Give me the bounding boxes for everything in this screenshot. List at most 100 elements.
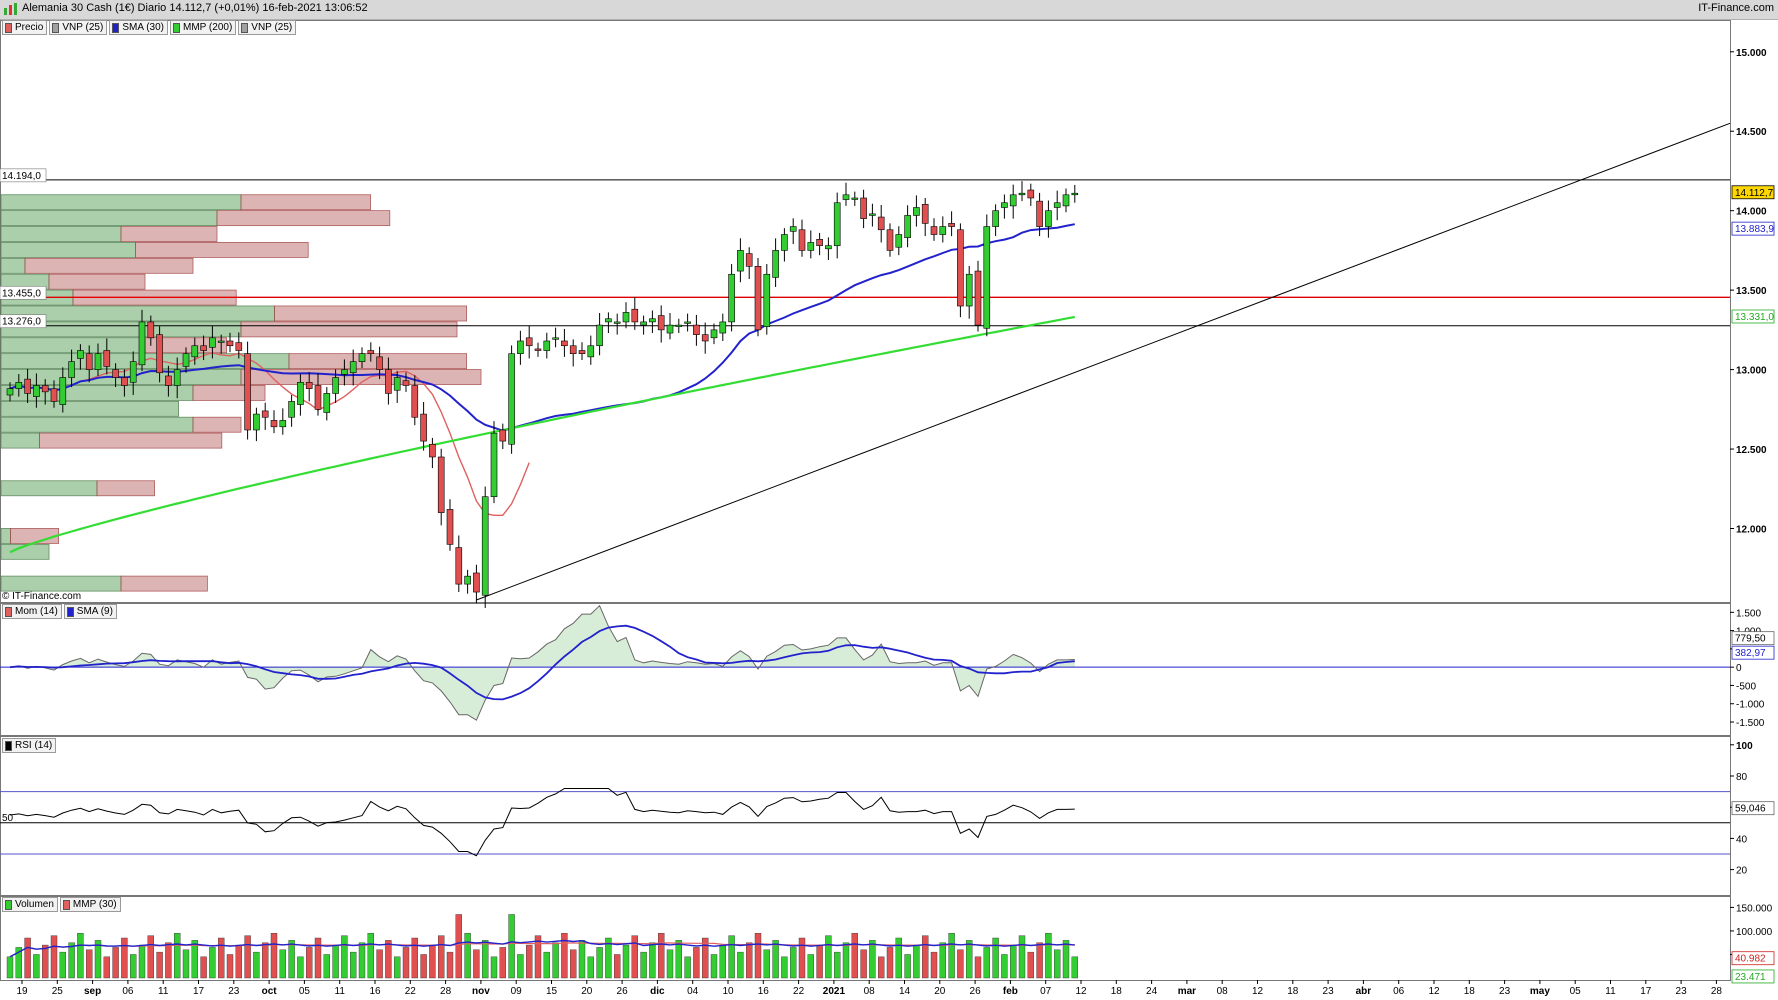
legend-price-4[interactable]: VNP (25) bbox=[238, 20, 297, 35]
candle-body bbox=[481, 496, 489, 596]
volume-bar bbox=[288, 940, 295, 979]
legend-mom-1[interactable]: SMA (9) bbox=[63, 604, 117, 619]
legend-mom-0[interactable]: Mom (14) bbox=[2, 604, 62, 619]
candle-body bbox=[525, 337, 533, 347]
candle-body bbox=[235, 342, 243, 351]
volume-bar bbox=[499, 947, 506, 979]
legend-label: MMP (30) bbox=[72, 899, 117, 910]
volume-bar bbox=[297, 956, 304, 979]
legend-price-0[interactable]: Precio bbox=[2, 20, 48, 35]
legend-rsi-0[interactable]: RSI (14) bbox=[2, 738, 57, 753]
rsi-tag: 59,046 bbox=[1735, 804, 1766, 815]
legend-label: MMP (200) bbox=[183, 22, 233, 33]
candle-body bbox=[930, 226, 938, 235]
window-title: Alemania 30 Cash (1€) Diario 14.112,7 (+… bbox=[22, 2, 368, 14]
volume-bar bbox=[50, 935, 58, 979]
candle-body bbox=[85, 353, 93, 370]
volume-bar bbox=[983, 947, 990, 979]
candle-body bbox=[517, 340, 524, 354]
volume-bar bbox=[68, 942, 75, 979]
volume-bar bbox=[455, 914, 462, 979]
legend-vol-0[interactable]: Volumen bbox=[2, 897, 58, 912]
x-tick-label: 22 bbox=[793, 986, 805, 997]
candle-body bbox=[649, 318, 656, 323]
volume-bar bbox=[710, 954, 718, 979]
x-tick-label: 28 bbox=[440, 986, 452, 997]
profile-up-bar bbox=[0, 432, 40, 449]
candle-body bbox=[1053, 202, 1061, 208]
volume-bar bbox=[1018, 935, 1026, 979]
volume-bar bbox=[992, 937, 999, 979]
candle-body bbox=[631, 308, 639, 323]
x-tick-label: 23 bbox=[228, 986, 240, 997]
level-label: 13.276,0 bbox=[2, 317, 41, 328]
rsi-tick-label: 20 bbox=[1736, 866, 1748, 877]
volume-bar bbox=[666, 949, 674, 979]
rsi-tick-label: 100 bbox=[1736, 741, 1753, 752]
volume-bar bbox=[781, 956, 788, 979]
volume-bar bbox=[851, 933, 858, 979]
legend-label: VNP (25) bbox=[62, 22, 104, 33]
volume-bar bbox=[807, 954, 814, 979]
x-tick-label: 24 bbox=[1146, 986, 1158, 997]
candle-body bbox=[191, 345, 199, 358]
legend-price-1[interactable]: VNP (25) bbox=[49, 20, 108, 35]
volume-bar bbox=[411, 937, 418, 979]
volume-bar bbox=[147, 935, 155, 979]
volume-bar bbox=[684, 956, 691, 979]
candle-body bbox=[490, 432, 498, 498]
profile-up-bar bbox=[0, 257, 26, 274]
volume-bar bbox=[244, 935, 251, 979]
candle-body bbox=[1018, 192, 1026, 196]
profile-down-bar bbox=[134, 242, 309, 258]
x-tick-label: 05 bbox=[299, 986, 311, 997]
x-tick-label: 2021 bbox=[823, 986, 846, 997]
candle-body bbox=[860, 197, 867, 219]
candle-body bbox=[851, 197, 859, 200]
volume-bar bbox=[235, 944, 243, 979]
profile-up-bar bbox=[0, 528, 12, 544]
candle-body bbox=[393, 377, 401, 391]
volume-bar bbox=[772, 940, 779, 979]
volume-bar bbox=[570, 949, 577, 979]
x-tick-label: 19 bbox=[16, 986, 28, 997]
legend-label: Precio bbox=[15, 22, 44, 33]
rsi-pane: 50 bbox=[0, 788, 1730, 857]
x-tick-label: 20 bbox=[581, 986, 593, 997]
candle-body bbox=[1071, 192, 1079, 196]
profile-down-bar bbox=[39, 432, 223, 449]
candle-body bbox=[640, 321, 647, 326]
legend-swatch bbox=[52, 22, 60, 33]
candle-body bbox=[288, 401, 295, 418]
legend-price-2[interactable]: SMA (30) bbox=[109, 20, 168, 35]
candle-body bbox=[622, 312, 630, 323]
candle-body bbox=[710, 329, 718, 339]
x-tick-label: 14 bbox=[899, 986, 911, 997]
x-tick-label: 12 bbox=[1428, 986, 1440, 997]
candle-body bbox=[156, 334, 163, 374]
volume-bar bbox=[1027, 951, 1035, 979]
volume-bar bbox=[279, 949, 286, 979]
x-tick-label: sep bbox=[84, 986, 101, 997]
price-tick-label: 13.500 bbox=[1736, 286, 1767, 297]
candle-body bbox=[209, 337, 216, 348]
volume-bar bbox=[816, 944, 823, 979]
legend-vol-1[interactable]: MMP (30) bbox=[59, 897, 121, 912]
volume-bar bbox=[693, 947, 700, 979]
volume-bar bbox=[825, 935, 832, 979]
candle-body bbox=[833, 202, 841, 246]
candle-body bbox=[684, 321, 691, 324]
profile-down-bar bbox=[192, 385, 266, 401]
x-tick-label: feb bbox=[1003, 986, 1018, 997]
x-tick-label: 08 bbox=[864, 986, 876, 997]
volume-bar bbox=[728, 935, 735, 979]
x-tick-label: 16 bbox=[758, 986, 770, 997]
price-tick-label: 12.000 bbox=[1736, 524, 1767, 535]
vol-ma-tag: 23.471 bbox=[1735, 972, 1766, 983]
legend-price-3[interactable]: MMP (200) bbox=[170, 20, 237, 35]
volume-bar bbox=[33, 954, 40, 979]
candle-body bbox=[261, 410, 269, 418]
price-tick-label: 14.000 bbox=[1736, 207, 1767, 218]
volume-bar bbox=[552, 942, 559, 979]
vol-tick-label: 100.000 bbox=[1736, 927, 1773, 938]
